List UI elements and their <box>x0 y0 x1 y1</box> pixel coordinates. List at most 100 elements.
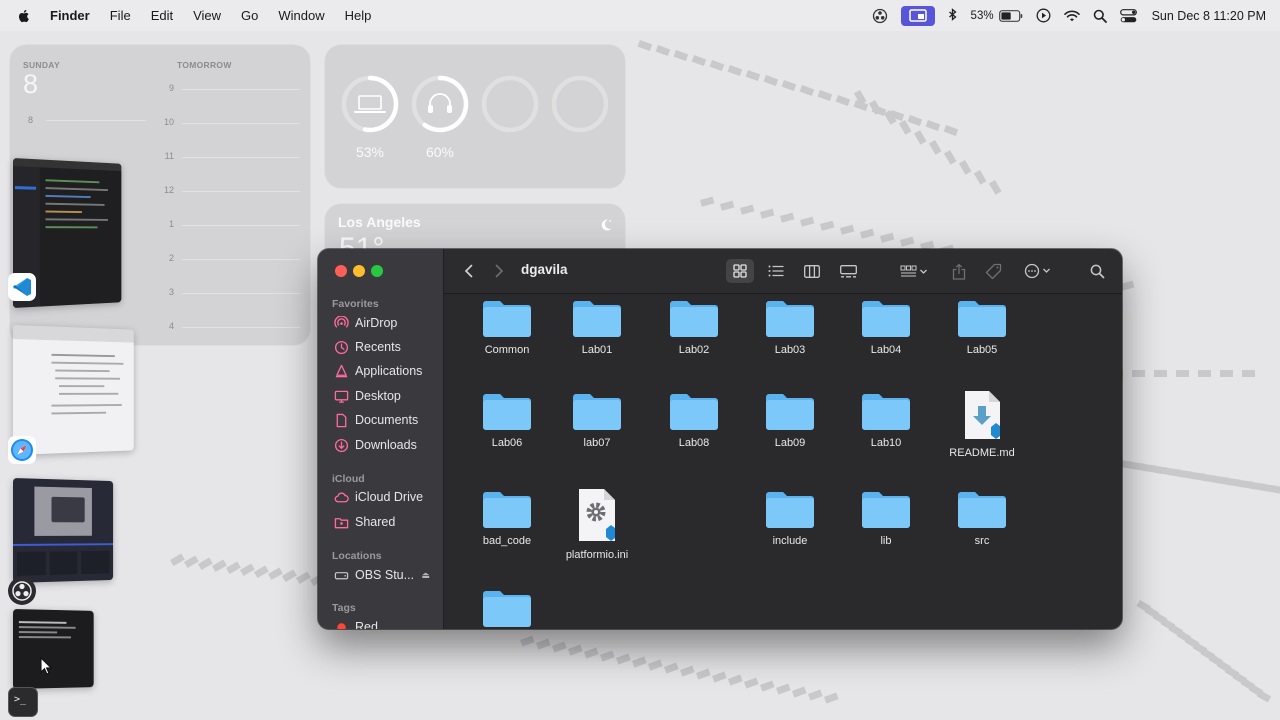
zoom-window-button[interactable] <box>371 265 383 277</box>
apple-icon[interactable] <box>16 8 32 24</box>
more-actions-button[interactable] <box>1020 259 1056 283</box>
calendar-hour: 8 <box>28 115 34 125</box>
view-icons-button[interactable] <box>726 259 754 283</box>
sidebar-item-obs-studio-volume[interactable]: OBS Stu... ⏏ <box>328 564 436 586</box>
sidebar-section-favorites: Favorites <box>332 298 379 310</box>
weather-city: Los Angeles <box>338 214 421 230</box>
sidebar-item-downloads[interactable]: Downloads <box>328 434 436 456</box>
folder-item[interactable]: src <box>934 487 1030 547</box>
sidebar-item-label: Documents <box>355 413 419 427</box>
menu-view[interactable]: View <box>193 8 221 23</box>
menu-go[interactable]: Go <box>241 8 258 23</box>
calendar-hour-line <box>46 120 146 121</box>
folder-item[interactable]: lib <box>838 487 934 547</box>
view-columns-button[interactable] <box>798 259 826 283</box>
group-by-button[interactable] <box>896 259 932 283</box>
folder-icon <box>958 301 1006 337</box>
sidebar-section-icloud: iCloud <box>332 473 365 485</box>
file-name-label: Lab09 <box>774 437 806 449</box>
file-name-label: Lab02 <box>678 344 710 356</box>
folder-item[interactable]: Lab05 <box>934 296 1030 356</box>
battery-icon[interactable] <box>998 6 1023 26</box>
folder-icon <box>670 301 718 337</box>
menu-window[interactable]: Window <box>278 8 324 23</box>
screen-mirroring-icon[interactable] <box>900 5 935 26</box>
column-view-icon <box>804 264 820 278</box>
stage-thumbnail-obs[interactable] <box>13 478 114 583</box>
folder-item[interactable]: lab07 <box>549 389 645 449</box>
sidebar-item-documents[interactable]: Documents <box>328 409 436 431</box>
control-center-icon[interactable] <box>1119 6 1137 26</box>
close-window-button[interactable] <box>335 265 347 277</box>
folder-icon <box>483 591 531 627</box>
folder-item[interactable] <box>459 586 555 629</box>
calendar-hour-line <box>182 157 300 158</box>
sidebar-item-desktop[interactable]: Desktop <box>328 385 436 407</box>
stage-thumbnail-terminal[interactable] <box>13 609 94 689</box>
media-play-icon[interactable] <box>1036 6 1051 26</box>
obs-status-icon[interactable] <box>872 6 888 26</box>
sidebar-item-shared[interactable]: Shared <box>328 511 436 533</box>
vscode-icon[interactable] <box>8 273 36 301</box>
spotlight-search-icon[interactable] <box>1093 6 1107 26</box>
folder-item[interactable]: Lab01 <box>549 296 645 356</box>
eject-icon[interactable]: ⏏ <box>421 570 430 581</box>
menu-help[interactable]: Help <box>345 8 372 23</box>
folder-item[interactable]: Common <box>459 296 555 356</box>
calendar-tomorrow-label: TOMORROW <box>177 60 232 70</box>
folder-icon <box>766 301 814 337</box>
folder-icon <box>573 301 621 337</box>
sidebar-item-recents[interactable]: Recents <box>328 336 436 358</box>
tag-icon <box>985 263 1001 279</box>
folder-icon <box>862 492 910 528</box>
finder-toolbar: dgavila <box>444 249 1122 294</box>
obs-icon[interactable] <box>8 577 36 605</box>
folder-item[interactable]: Lab08 <box>646 389 742 449</box>
finder-window[interactable]: Favorites AirDrop Recents Applications D… <box>318 249 1122 629</box>
sidebar-item-tag-red[interactable]: Red <box>328 616 436 629</box>
file-item[interactable]: README.md <box>934 389 1030 459</box>
minimize-window-button[interactable] <box>353 265 365 277</box>
view-list-button[interactable] <box>762 259 790 283</box>
search-button[interactable] <box>1086 259 1108 283</box>
file-name-label: Common <box>484 344 530 356</box>
sidebar-item-icloud-drive[interactable]: iCloud Drive <box>328 486 436 508</box>
disk-icon <box>334 571 349 579</box>
sidebar-item-label: Applications <box>355 364 423 378</box>
batteries-widget[interactable]: 53% 60% <box>325 45 625 188</box>
folder-item[interactable]: Lab06 <box>459 389 555 449</box>
cloud-icon <box>334 492 349 502</box>
shared-folder-icon <box>334 517 349 528</box>
terminal-icon[interactable]: >_ <box>8 687 38 717</box>
menu-edit[interactable]: Edit <box>151 8 173 23</box>
folder-item[interactable]: Lab09 <box>742 389 838 449</box>
sidebar-item-applications[interactable]: Applications <box>328 360 436 382</box>
view-gallery-button[interactable] <box>834 259 862 283</box>
file-name-label: lab07 <box>583 437 611 449</box>
safari-icon[interactable] <box>8 436 36 464</box>
forward-button[interactable] <box>490 259 508 283</box>
folder-item[interactable]: include <box>742 487 838 547</box>
bluetooth-icon[interactable] <box>948 6 958 26</box>
sidebar-item-airdrop[interactable]: AirDrop <box>328 312 436 334</box>
folder-item[interactable]: Lab10 <box>838 389 934 449</box>
wifi-icon[interactable] <box>1063 6 1080 26</box>
file-item[interactable]: platformio.ini <box>549 487 645 561</box>
finder-file-grid: Common Lab01 Lab02 Lab03 Lab04 Lab05 Lab… <box>444 294 1122 629</box>
tags-button[interactable] <box>982 259 1004 283</box>
folder-item[interactable]: Lab03 <box>742 296 838 356</box>
folder-item[interactable]: bad_code <box>459 487 555 547</box>
menubar-clock[interactable]: Sun Dec 8 11:20 PM <box>1152 9 1266 23</box>
folder-item[interactable]: Lab04 <box>838 296 934 356</box>
back-button[interactable] <box>460 259 478 283</box>
sidebar-item-label: Desktop <box>355 389 401 403</box>
battery-ring <box>411 75 469 133</box>
calendar-today-date: 8 <box>23 69 39 99</box>
list-view-icon <box>768 265 784 277</box>
share-button[interactable] <box>948 259 970 283</box>
folder-item[interactable]: Lab02 <box>646 296 742 356</box>
menu-file[interactable]: File <box>110 8 131 23</box>
menu-app-finder[interactable]: Finder <box>50 8 90 23</box>
file-name-label: Lab04 <box>870 344 902 356</box>
folder-icon <box>483 492 531 528</box>
